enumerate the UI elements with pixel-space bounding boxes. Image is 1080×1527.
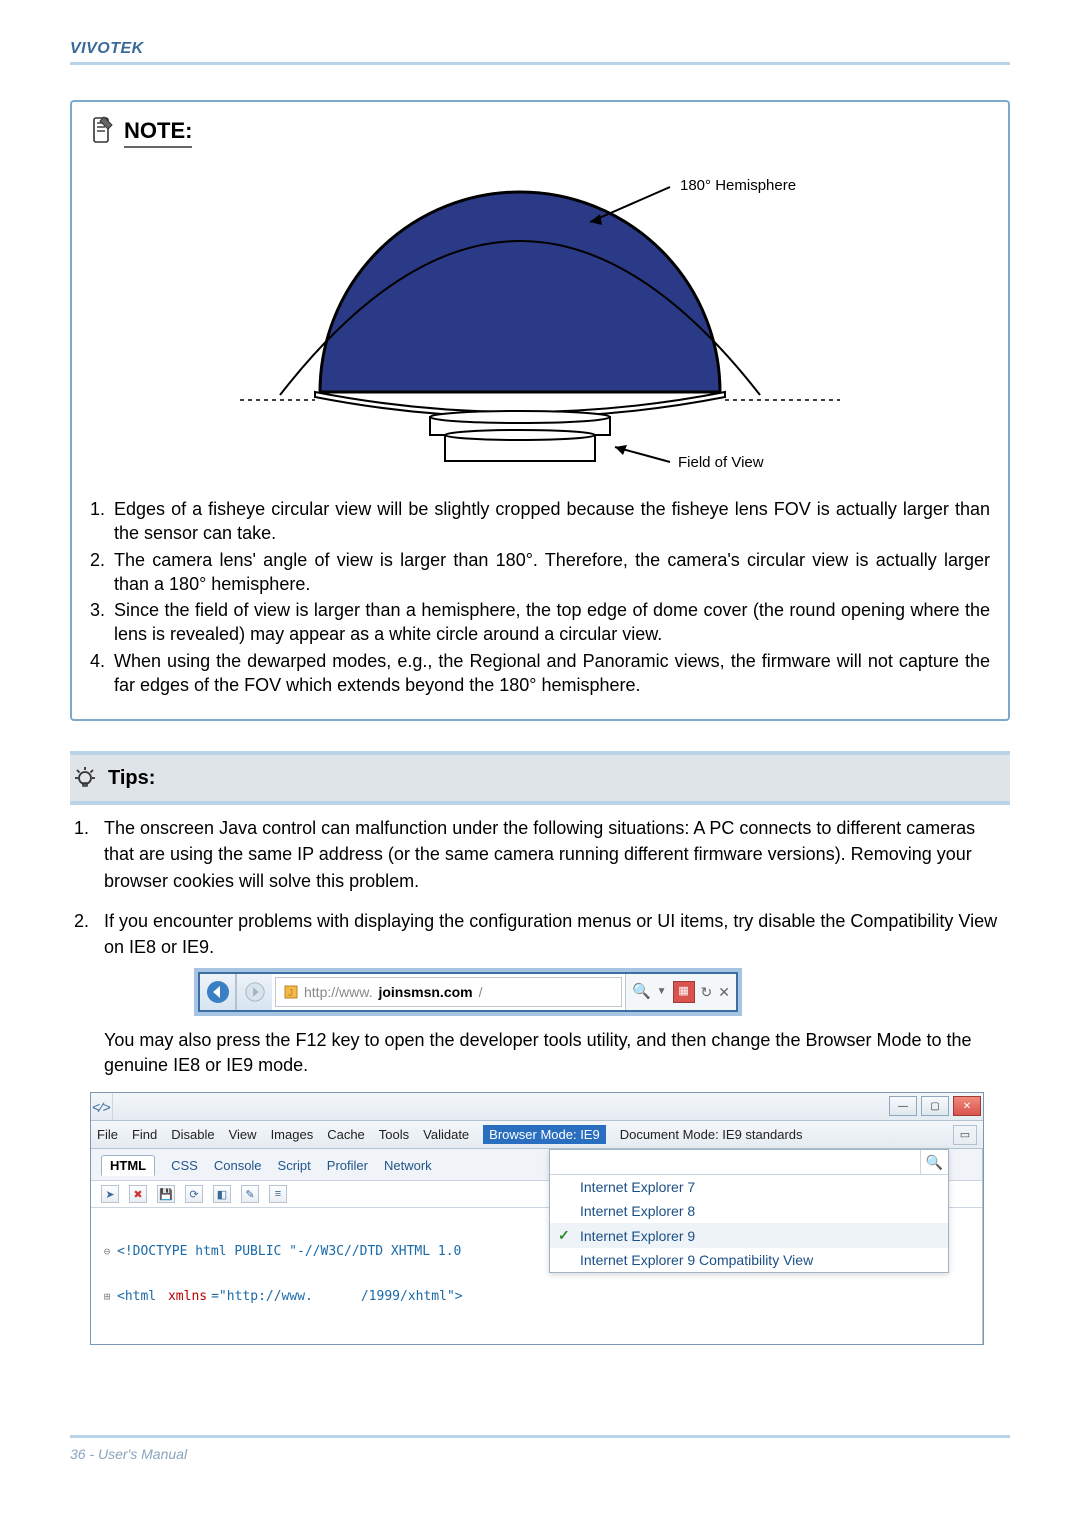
dropdown-item[interactable]: Internet Explorer 7 (550, 1175, 948, 1199)
dropdown-item[interactable]: Internet Explorer 8 (550, 1199, 948, 1223)
url-suffix: / (479, 982, 483, 1002)
devtools-logo-icon: <⁄> (91, 1093, 113, 1120)
menu-item[interactable]: Validate (423, 1127, 469, 1142)
menu-item[interactable]: Tools (379, 1127, 409, 1142)
clear-icon[interactable]: ✖ (129, 1185, 147, 1203)
tips-block: Tips: The onscreen Java control can malf… (70, 751, 1010, 1345)
fov-label: Field of View (678, 454, 764, 471)
minimize-button[interactable]: — (889, 1096, 917, 1116)
refresh-icon[interactable]: ⟳ (185, 1185, 203, 1203)
svg-text:J: J (288, 988, 293, 999)
tree-expand-icon[interactable]: ⊞ (101, 1290, 113, 1303)
note-item: Since the field of view is larger than a… (90, 598, 990, 647)
menu-item[interactable]: Find (132, 1127, 157, 1142)
devtools-tab[interactable]: HTML (101, 1155, 155, 1176)
devtools-menu: File Find Disable View Images Cache Tool… (91, 1121, 983, 1149)
check-icon: ✓ (558, 1227, 572, 1244)
save-icon[interactable]: 💾 (157, 1185, 175, 1203)
maximize-button[interactable]: ▢ (921, 1096, 949, 1116)
note-item: When using the dewarped modes, e.g., the… (90, 649, 990, 698)
menu-item[interactable]: File (97, 1127, 118, 1142)
tips-after-text: You may also press the F12 key to open t… (70, 1028, 1010, 1078)
note-title: NOTE: (124, 118, 192, 148)
page-footer: 36 - User's Manual (70, 1435, 1010, 1462)
tips-item: The onscreen Java control can malfunctio… (70, 815, 1010, 893)
url-bold: joinsmsn.com (378, 982, 472, 1002)
menu-item[interactable]: Disable (171, 1127, 214, 1142)
note-item: The camera lens' angle of view is larger… (90, 548, 990, 597)
note-icon (90, 116, 114, 149)
tips-item: If you encounter problems with displayin… (70, 908, 1010, 1012)
note-list: Edges of a fisheye circular view will be… (90, 497, 990, 697)
devtools-tab[interactable]: Script (278, 1158, 311, 1173)
menu-item[interactable]: Cache (327, 1127, 365, 1142)
pointer-icon[interactable]: ➤ (101, 1185, 119, 1203)
note-block: NOTE: 180° H (70, 100, 1010, 721)
word-wrap-icon[interactable]: ≡ (269, 1185, 287, 1203)
close-button[interactable]: ✕ (953, 1096, 981, 1116)
browser-mode-label[interactable]: Browser Mode: IE9 (483, 1125, 606, 1144)
tips-list: The onscreen Java control can malfunctio… (70, 805, 1010, 1011)
search-icon[interactable]: 🔍 (632, 981, 651, 1003)
devtools-tab[interactable]: CSS (171, 1158, 198, 1173)
tree-collapse-icon[interactable]: ⊖ (101, 1245, 113, 1258)
forward-button[interactable] (236, 974, 272, 1010)
tips-item-text: If you encounter problems with displayin… (104, 911, 997, 957)
note-item: Edges of a fisheye circular view will be… (90, 497, 990, 546)
stop-icon[interactable]: ✕ (718, 982, 730, 1002)
favicon-icon: J (284, 985, 298, 999)
menu-item[interactable]: View (229, 1127, 257, 1142)
refresh-icon[interactable]: ↻ (701, 982, 713, 1002)
dropdown-icon[interactable]: ▼ (657, 985, 667, 1000)
devtools-tab[interactable]: Console (214, 1158, 262, 1173)
element-icon[interactable]: ◧ (213, 1185, 231, 1203)
devtools-tab[interactable]: Profiler (327, 1158, 368, 1173)
dropdown-item[interactable]: ✓Internet Explorer 9 (550, 1223, 948, 1248)
hemisphere-label: 180° Hemisphere (680, 177, 796, 194)
brand-text: VIVOTEK (70, 40, 144, 57)
search-icon[interactable]: 🔍 (920, 1150, 948, 1174)
dropdown-item[interactable]: Internet Explorer 9 Compatibility View (550, 1248, 948, 1272)
back-button[interactable] (200, 974, 236, 1010)
compat-view-icon[interactable]: ▦ (673, 981, 695, 1003)
url-prefix: http://www. (304, 982, 372, 1002)
edit-icon[interactable]: ✎ (241, 1185, 259, 1203)
lightbulb-icon (72, 765, 98, 791)
pin-button[interactable]: ▭ (953, 1125, 977, 1145)
ie-address-bar: J http://www. joinsmsn.com / 🔍 ▼ ▦ ↻ ✕ (198, 972, 738, 1012)
devtools-tab[interactable]: Network (384, 1158, 432, 1173)
devtools-window: <⁄> — ▢ ✕ File Find Disable View Images … (90, 1092, 984, 1345)
document-mode-label[interactable]: Document Mode: IE9 standards (620, 1127, 803, 1142)
hemisphere-diagram: 180° Hemisphere Field of View (90, 157, 990, 487)
url-field[interactable]: J http://www. joinsmsn.com / (275, 977, 622, 1007)
tips-title: Tips: (108, 767, 155, 790)
browser-mode-dropdown: 🔍 Internet Explorer 7 Internet Explorer … (549, 1149, 949, 1273)
menu-item[interactable]: Images (271, 1127, 314, 1142)
